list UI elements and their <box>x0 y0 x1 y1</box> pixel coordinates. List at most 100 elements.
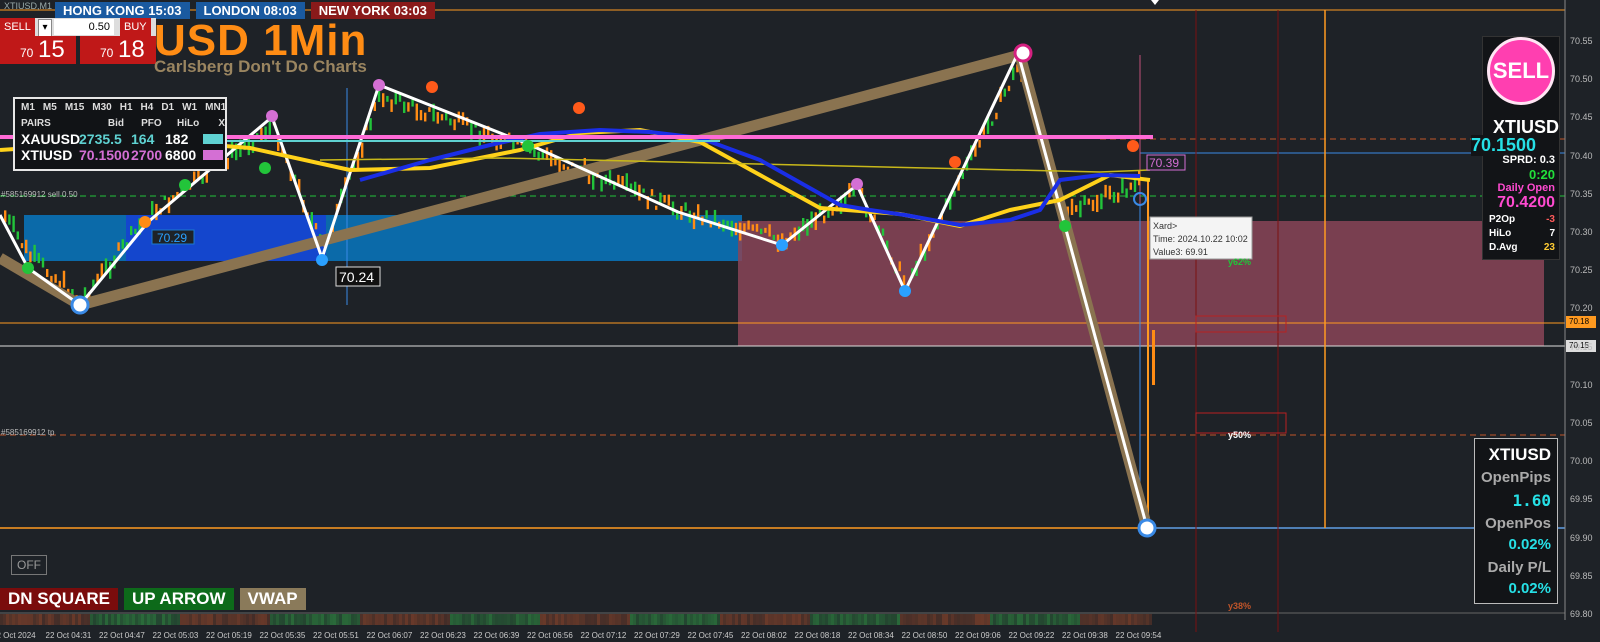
sell-button[interactable]: SELL <box>0 18 35 36</box>
histogram-bar <box>651 614 654 625</box>
histogram-bar <box>900 614 903 625</box>
dn-square-button[interactable]: DN SQUARE <box>0 588 119 610</box>
price-tick-label: 70.35 <box>1570 188 1593 199</box>
histogram-bar <box>699 614 702 625</box>
price-chart[interactable] <box>0 0 1600 642</box>
candle <box>62 270 66 288</box>
pair-row-xtiusd[interactable]: XTIUSD 70.1500 2700 6800 <box>15 147 225 163</box>
fib-38-label: y38% <box>1228 601 1252 611</box>
histogram-bar <box>468 614 471 625</box>
tf-mn1[interactable]: MN1 <box>205 102 226 113</box>
histogram-bar <box>696 614 699 625</box>
window-title: XTIUSD,M1 <box>4 1 53 11</box>
histogram-bar <box>543 614 546 625</box>
histogram-bar <box>558 614 561 625</box>
sell-order-label: #585169912 sell 0.50 <box>1 190 78 199</box>
tf-m30[interactable]: M30 <box>92 102 111 113</box>
histogram-bar <box>594 614 597 625</box>
histogram-bar <box>951 614 954 625</box>
price-tick-label: 69.80 <box>1570 609 1593 619</box>
candle <box>1117 192 1120 203</box>
histogram-bar <box>507 614 510 625</box>
candle <box>20 243 24 249</box>
sell-signal-badge[interactable]: SELL <box>1487 37 1555 105</box>
buy-button[interactable]: BUY <box>120 18 151 36</box>
candle <box>361 142 364 158</box>
histogram-bar <box>504 614 507 625</box>
swing-point-marker <box>949 156 961 168</box>
tf-m15[interactable]: M15 <box>65 102 84 113</box>
histogram-bar <box>60 614 63 625</box>
histogram-bar <box>135 614 138 625</box>
histogram-bar <box>774 614 777 625</box>
histogram-bar <box>684 614 687 625</box>
histogram-bar <box>114 614 117 625</box>
axis-marker-70-18: 70.18 <box>1569 317 1590 326</box>
candle <box>684 202 687 211</box>
candle <box>772 234 775 240</box>
swing-point-marker <box>266 110 278 122</box>
lot-decrement-button[interactable]: ▾ <box>38 19 52 37</box>
histogram-bar <box>261 614 264 625</box>
sell-price-button[interactable]: 70 15 <box>0 36 76 64</box>
histogram-bar <box>306 614 309 625</box>
histogram-bar <box>129 614 132 625</box>
pair-row-xauusd[interactable]: XAUUSD 2735.5 164 182 <box>15 131 225 147</box>
histogram-bar <box>255 614 258 625</box>
lot-size-input[interactable]: 0.50 <box>54 19 114 35</box>
histogram-bar <box>906 614 909 625</box>
histogram-bar <box>72 614 75 625</box>
histogram-bar <box>1026 614 1029 625</box>
candle <box>445 112 448 121</box>
histogram-bar <box>450 614 453 625</box>
histogram-bar <box>924 614 927 625</box>
histogram-bar <box>1149 614 1152 625</box>
price-tick-label: 70.00 <box>1570 456 1593 467</box>
histogram-bar <box>1062 614 1065 625</box>
price-tick-label: 70.30 <box>1570 227 1593 237</box>
pair-color-swatch <box>203 134 223 144</box>
candle <box>1007 85 1011 92</box>
histogram-bar <box>909 614 912 625</box>
histogram-bar <box>834 614 837 625</box>
up-arrow-button[interactable]: UP ARROW <box>124 588 234 610</box>
tf-d1[interactable]: D1 <box>161 102 174 113</box>
histogram-bar <box>996 614 999 625</box>
buy-price-button[interactable]: 70 18 <box>80 36 156 64</box>
histogram-bar <box>936 614 939 625</box>
histogram-bar <box>1086 614 1089 625</box>
tf-m5[interactable]: M5 <box>43 102 57 113</box>
histogram-bar <box>588 614 591 625</box>
histogram-bar <box>795 614 798 625</box>
tf-w1[interactable]: W1 <box>182 102 197 113</box>
histogram-bar <box>705 614 708 625</box>
histogram-bar <box>360 614 363 625</box>
time-tick-label: 22 Oct 05:51 <box>313 631 359 640</box>
time-tick-label: 22 Oct 07:45 <box>687 631 734 640</box>
histogram-bar <box>63 614 66 625</box>
histogram-bar <box>27 614 30 625</box>
histogram-bar <box>366 614 369 625</box>
histogram-bar <box>771 614 774 625</box>
histogram-bar <box>234 614 237 625</box>
histogram-bar <box>762 614 765 625</box>
histogram-bar <box>978 614 981 625</box>
swing-point-marker <box>573 102 585 114</box>
tf-h4[interactable]: H4 <box>141 102 154 113</box>
histogram-bar <box>915 614 918 625</box>
histogram-bar <box>480 614 483 625</box>
histogram-bar <box>192 614 195 625</box>
histogram-bar <box>381 614 384 625</box>
vwap-button[interactable]: VWAP <box>239 588 306 610</box>
histogram-bar <box>1056 614 1059 625</box>
histogram-bar <box>84 614 87 625</box>
histogram-bar <box>333 614 336 625</box>
histogram-bar <box>873 614 876 625</box>
histogram-bar <box>561 614 564 625</box>
off-toggle-button[interactable]: OFF <box>11 555 47 575</box>
time-tick-label: 22 Oct 07:12 <box>580 631 627 640</box>
histogram-bar <box>285 614 288 625</box>
histogram-bar <box>180 614 183 625</box>
tf-m1[interactable]: M1 <box>21 102 35 113</box>
tf-h1[interactable]: H1 <box>120 102 133 113</box>
